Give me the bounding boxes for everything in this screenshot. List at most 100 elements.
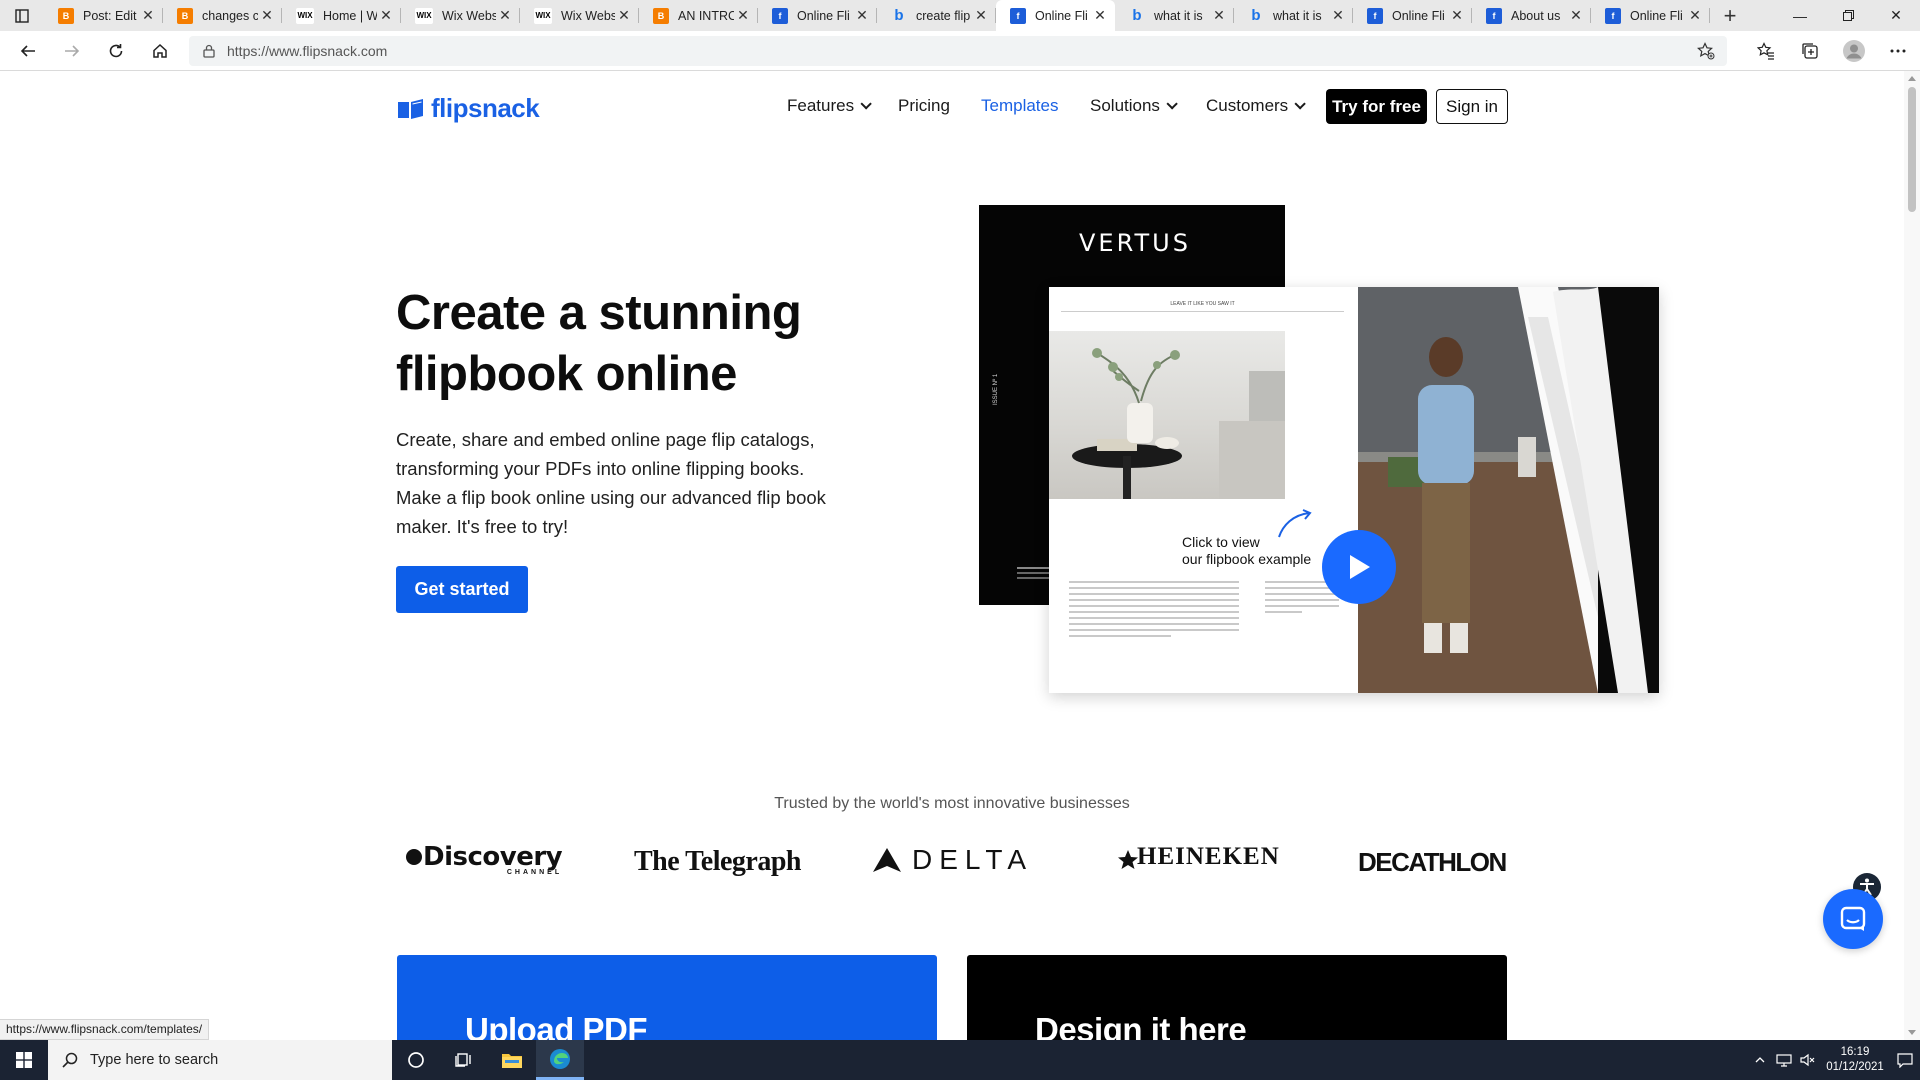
windows-taskbar: Type here to search 16:19 01/12/2021: [0, 1040, 1920, 1080]
forward-button[interactable]: [50, 31, 94, 71]
collections-button[interactable]: [1788, 31, 1832, 71]
chevron-down-icon: [860, 98, 872, 110]
upload-pdf-card[interactable]: Upload PDF: [397, 955, 937, 1040]
browser-tab[interactable]: f Online Fli ✕: [1353, 0, 1472, 31]
delta-triangle-icon: [873, 848, 901, 872]
decathlon-logo: DECATHLON: [1358, 847, 1507, 877]
close-tab-icon[interactable]: ✕: [615, 7, 633, 24]
close-tab-icon[interactable]: ✕: [1210, 7, 1228, 24]
browser-tab[interactable]: b create flip ✕: [877, 0, 996, 31]
taskbar-search-box[interactable]: Type here to search: [48, 1040, 392, 1080]
edge-browser-button[interactable]: [536, 1040, 584, 1080]
close-tab-icon[interactable]: ✕: [1686, 7, 1704, 24]
network-button[interactable]: [1772, 1053, 1796, 1067]
flipsnack-logo[interactable]: flipsnack: [397, 93, 540, 124]
page-scrollbar[interactable]: [1904, 71, 1920, 1040]
address-bar[interactable]: https://www.flipsnack.com: [189, 36, 1727, 66]
browser-tab[interactable]: f Online Fli ✕: [1591, 0, 1710, 31]
nav-customers[interactable]: Customers: [1206, 96, 1306, 116]
browser-tab[interactable]: Bchanges c ✕: [163, 0, 282, 31]
chat-widget-button[interactable]: [1823, 889, 1883, 949]
file-explorer-button[interactable]: [488, 1040, 536, 1080]
back-button[interactable]: [6, 31, 50, 71]
tab-title: changes c: [202, 8, 258, 23]
add-favorite-icon[interactable]: [1697, 42, 1715, 60]
tab-actions-menu-button[interactable]: [0, 0, 44, 31]
scrollbar-thumb[interactable]: [1908, 87, 1916, 212]
close-tab-icon[interactable]: ✕: [258, 7, 276, 24]
play-video-button[interactable]: [1322, 530, 1396, 604]
design-it-here-card[interactable]: Design it here: [967, 955, 1507, 1040]
chevron-down-icon: [1294, 98, 1306, 110]
flipbook-example[interactable]: LEAVE IT LIKE YOU SAW IT Click to view o…: [1049, 287, 1659, 693]
design-it-here-title: Design it here: [1035, 1011, 1247, 1040]
settings-menu-button[interactable]: [1876, 31, 1920, 71]
get-started-button[interactable]: Get started: [396, 566, 528, 613]
refresh-button[interactable]: [94, 31, 138, 71]
tab-title: AN INTRC: [678, 8, 734, 23]
chevron-up-icon: [1755, 1057, 1765, 1063]
close-tab-icon[interactable]: ✕: [496, 7, 514, 24]
clock-date: 01/12/2021: [1826, 1061, 1884, 1073]
blogger-favicon-icon: B: [177, 7, 193, 24]
flipbook-cta-text: Click to view our flipbook example: [1182, 534, 1311, 568]
browser-tab[interactable]: f Online Fli ✕: [758, 0, 877, 31]
browser-tab[interactable]: WIX Wix Webs ✕: [520, 0, 639, 31]
tab-title: Online Fli: [1392, 8, 1445, 23]
browser-tab[interactable]: WIX Home | W ✕: [282, 0, 401, 31]
browser-tab[interactable]: b what it is ✕: [1234, 0, 1353, 31]
browser-tab[interactable]: f About us ✕: [1472, 0, 1591, 31]
new-tab-button[interactable]: +: [1710, 0, 1750, 31]
scroll-up-arrow[interactable]: [1908, 76, 1916, 81]
close-tab-icon[interactable]: ✕: [734, 7, 752, 24]
tab-title: Wix Webs: [561, 8, 615, 23]
favorites-button[interactable]: [1744, 31, 1788, 71]
close-tab-icon[interactable]: ✕: [1329, 7, 1347, 24]
cover-issue: ISSUE Nº 1: [993, 373, 999, 405]
nav-solutions[interactable]: Solutions: [1090, 96, 1178, 116]
restore-button[interactable]: [1824, 0, 1872, 31]
notifications-button[interactable]: [1890, 1052, 1920, 1068]
cortana-icon: [408, 1052, 424, 1068]
browser-tab[interactable]: b what it is ✕: [1115, 0, 1234, 31]
heineken-logo: HEINEKEN: [1117, 843, 1280, 871]
browser-tab[interactable]: f Online Fli ✕: [996, 0, 1115, 31]
close-tab-icon[interactable]: ✕: [139, 7, 157, 24]
close-tab-icon[interactable]: ✕: [377, 7, 395, 24]
task-view-button[interactable]: [440, 1040, 488, 1080]
close-tab-icon[interactable]: ✕: [1448, 7, 1466, 24]
close-tab-icon[interactable]: ✕: [1567, 7, 1585, 24]
minimize-button[interactable]: —: [1776, 0, 1824, 31]
show-hidden-icons-button[interactable]: [1748, 1057, 1772, 1063]
search-icon: [62, 1052, 78, 1068]
home-button[interactable]: [138, 31, 182, 71]
start-button[interactable]: [0, 1040, 48, 1080]
url-text[interactable]: https://www.flipsnack.com: [227, 43, 387, 59]
hero-description: Create, share and embed online page flip…: [396, 429, 826, 537]
browser-tab[interactable]: WIX Wix Webs ✕: [401, 0, 520, 31]
heineken-text: HEINEKEN: [1137, 843, 1280, 870]
more-horizontal-icon: [1890, 49, 1906, 53]
sign-in-button[interactable]: Sign in: [1436, 89, 1508, 124]
nav-templates[interactable]: Templates: [981, 96, 1058, 116]
profile-button[interactable]: [1832, 31, 1876, 71]
close-tab-icon[interactable]: ✕: [1091, 7, 1109, 24]
nav-pricing[interactable]: Pricing: [898, 96, 950, 116]
close-tab-icon[interactable]: ✕: [972, 7, 990, 24]
taskbar-clock[interactable]: 16:19 01/12/2021: [1820, 1045, 1890, 1075]
volume-button[interactable]: [1796, 1053, 1820, 1067]
close-window-button[interactable]: ✕: [1872, 0, 1920, 31]
browser-tab[interactable]: B AN INTRC ✕: [639, 0, 758, 31]
nav-features[interactable]: Features: [787, 96, 872, 116]
cortana-button[interactable]: [392, 1040, 440, 1080]
scroll-down-arrow[interactable]: [1908, 1030, 1916, 1035]
flipsnack-logo-icon: [398, 98, 423, 119]
close-tab-icon[interactable]: ✕: [853, 7, 871, 24]
windows-logo-icon: [16, 1052, 32, 1068]
flipsnack-favicon-icon: f: [772, 7, 788, 24]
try-for-free-button[interactable]: Try for free: [1326, 89, 1427, 124]
cover-brand: VERTUS: [1079, 229, 1191, 257]
page-header: LEAVE IT LIKE YOU SAW IT: [1061, 301, 1344, 312]
tab-title: create flip: [916, 8, 971, 23]
browser-tab[interactable]: B Post: Edit ✕: [44, 0, 163, 31]
